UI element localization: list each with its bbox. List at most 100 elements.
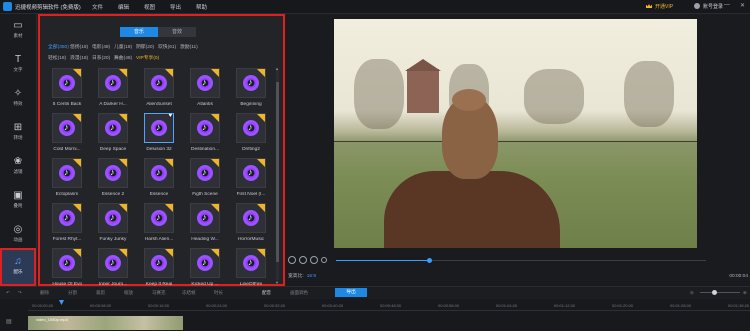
duration-button[interactable]: 时长 [214,290,223,296]
menu-item-export[interactable]: 导出 [170,3,196,11]
menu-item-help[interactable]: 帮助 [196,3,222,11]
vip-badge-icon [211,204,219,212]
music-track-tile[interactable]: ♪ First Noel (I... [232,158,270,197]
track-name: 5 Cents Back [52,102,82,107]
export-button[interactable]: 导出 [335,288,367,297]
category-vip[interactable]: VIP专享(0) [136,54,176,61]
aspect-ratio[interactable]: 宽高比: 16:9 [288,272,316,279]
music-track-tile[interactable]: ♪ Destination... [186,113,224,152]
sidebar-item-text[interactable]: T 文字 [0,50,36,80]
music-track-tile[interactable]: ♪ A Darker H... [94,68,132,107]
play-icon[interactable] [299,256,307,264]
sidebar-item-media[interactable]: ▭ 素材 [0,16,36,46]
sidebar-item-effects[interactable]: ✧ 特效 [0,84,36,114]
sidebar-item-transition[interactable]: ⊞ 转场 [0,118,36,148]
music-note-icon: ♪ [156,122,161,132]
previous-icon[interactable] [288,256,296,264]
aspect-ratio-value: 16:9 [306,274,317,279]
panel-scrollbar[interactable] [276,70,279,280]
music-track-tile[interactable]: ♪ HorrorMusic [232,203,270,242]
music-track-tile[interactable]: ♪ Essence [140,158,178,197]
sidebar-item-label: 动画 [13,237,23,242]
music-track-tile[interactable]: ♪ Deep Space [94,113,132,152]
undo-button[interactable]: ↶ [6,290,10,296]
redo-button[interactable]: ↷ [18,290,22,296]
crop-button[interactable]: 裁剪 [96,290,105,296]
zoom-out-icon[interactable]: ⊖ [690,290,694,296]
music-track-tile[interactable]: ♪ Ectoplasm [48,158,86,197]
music-track-tile[interactable]: ♪ Funky Junky [94,203,132,242]
sidebar-item-filter[interactable]: ❀ 滤镜 [0,152,36,182]
category-cheerful[interactable]: 欢快(61) [158,43,180,50]
music-track-tile[interactable]: ♪ Heading W... [186,203,224,242]
music-track-tile[interactable]: ♪ Drifting2 [232,113,270,152]
color-adjust-button[interactable]: 画面调色 [290,290,308,296]
category-romantic[interactable]: 浪漫(18) [70,54,92,61]
category-film[interactable]: 电影(48) [92,43,114,50]
timeline-zoom-slider[interactable] [700,292,740,293]
category-all[interactable]: 全部(350) [48,43,70,50]
timeline-zoom-knob[interactable] [712,290,717,295]
vip-badge-icon [73,204,81,212]
menu-item-file[interactable]: 文件 [92,3,118,11]
sidebar-item-animation[interactable]: ◎ 动画 [0,220,36,250]
track-thumbnail: ♪ [98,113,128,143]
next-icon[interactable] [321,257,327,263]
music-track-tile[interactable]: ♪ Inner Journ... [94,248,132,287]
menu-item-view[interactable]: 视图 [144,3,170,11]
stop-icon[interactable] [310,256,318,264]
music-track-tile[interactable]: ♪ AlienSunset [140,68,178,107]
music-track-tile[interactable]: ♪ Figth Scene [186,158,224,197]
music-track-tile[interactable]: ♪ ♥ Delusion 32 [140,113,178,152]
timeline-ruler[interactable]: 00:00:00.00 00:00:08.00 00:00:16.00 00:00:2… [28,301,750,311]
category-gloomy[interactable]: 阴郁(20) [136,43,158,50]
freeze-frame-button[interactable]: 冻结帧 [182,290,196,296]
zoom-in-icon[interactable]: ⊕ [743,290,747,296]
zoom-button[interactable]: 缩放 [124,290,133,296]
category-japanese[interactable]: 日系(20) [92,54,114,61]
tab-sound-effects[interactable]: 音效 [158,27,196,37]
music-track-tile[interactable]: ♪ Beginning [232,68,270,107]
login-button[interactable]: 账号登录 [694,3,723,10]
sidebar-item-overlay[interactable]: ▣ 叠附 [0,186,36,216]
music-track-tile[interactable]: ♪ Essence 2 [94,158,132,197]
playback-progress[interactable] [336,258,706,263]
split-button[interactable]: 分割 [68,290,77,296]
category-inspiring[interactable]: 激励(11) [180,43,202,50]
menu-item-edit[interactable]: 编辑 [118,3,144,11]
music-track-tile[interactable]: ♪ Cold Morni... [48,113,86,152]
text-icon: T [14,54,22,65]
favorite-icon[interactable]: ♥ [168,113,172,119]
scrollbar-thumb[interactable] [276,82,279,262]
music-track-tile[interactable]: ♪ LineOfFire [232,248,270,287]
mosaic-button[interactable]: 马赛克 [152,290,166,296]
delete-button[interactable]: 删除 [40,290,49,296]
music-track-tile[interactable]: ♪ Forest Rhyt... [48,203,86,242]
track-name: Deep Space [99,147,127,152]
category-dance[interactable]: 舞曲(48) [114,54,136,61]
minimize-icon[interactable]: — [724,2,730,8]
music-note-icon: ♪ [64,167,69,177]
voiceover-button[interactable]: 配音 [262,290,271,296]
music-note-icon: ♪ [64,122,69,132]
vip-button[interactable]: 开通VIP [646,3,673,10]
music-track-tile[interactable]: ♪ Keep It Real [140,248,178,287]
music-track-tile[interactable]: ♪ House Of Evil [48,248,86,287]
music-track-tile[interactable]: ♪ Harsh Alien... [140,203,178,242]
track-lock-icon[interactable]: ▤ [6,318,12,325]
category-relaxing[interactable]: 轻松(18) [48,54,70,61]
tab-music[interactable]: 音乐 [120,27,158,37]
category-melodic[interactable]: 悠扬(18) [70,43,92,50]
music-track-tile[interactable]: ♪ Kicked Up ... [186,248,224,287]
close-icon[interactable]: ✕ [740,2,745,9]
music-track-tile[interactable]: ♪ 5 Cents Back [48,68,86,107]
track-name: Ectoplasm [55,192,79,197]
sidebar-item-label: 特效 [13,101,23,106]
person-image [384,89,564,248]
track-thumbnail: ♪ [144,68,174,98]
music-track-tile[interactable]: ♪ Atlantis [186,68,224,107]
scroll-down-icon[interactable]: ▼ [275,280,279,285]
sidebar-item-music[interactable]: ♫ 配乐 [0,248,36,286]
progress-knob[interactable] [426,258,432,263]
category-kids[interactable]: 儿童(18) [114,43,136,50]
